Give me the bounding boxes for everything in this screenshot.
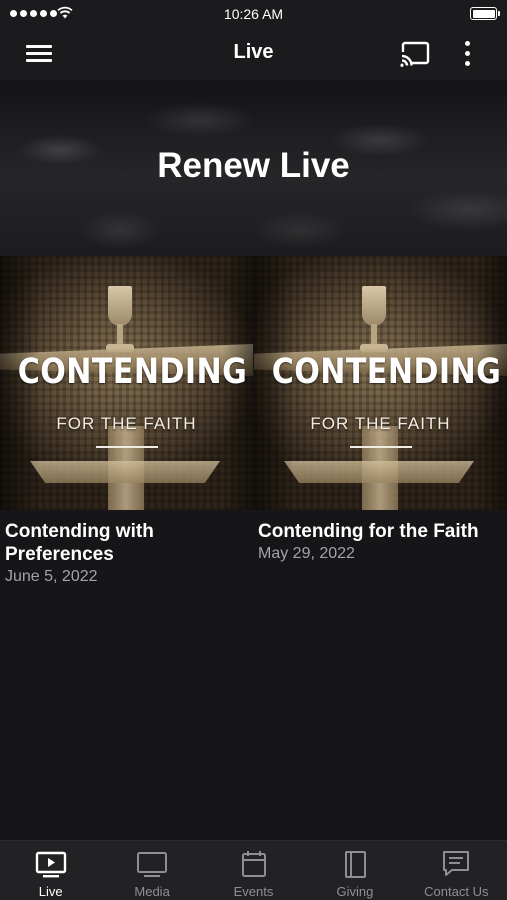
thumbnail-divider xyxy=(96,446,158,448)
tab-events[interactable]: Events xyxy=(203,841,304,900)
tab-label: Events xyxy=(233,884,274,899)
calendar-icon xyxy=(241,851,266,877)
thumbnail-headline: CONTENDING xyxy=(271,352,502,392)
thumbnail-subheadline: FOR THE FAITH xyxy=(310,414,451,433)
thumbnail-divider xyxy=(350,446,412,448)
tab-label: Contact Us xyxy=(424,884,489,899)
app-screen: 10:26 AM Live Renew Live CONTENDING FOR … xyxy=(0,0,507,900)
battery-icon xyxy=(470,7,500,20)
tab-live[interactable]: Live xyxy=(0,841,101,900)
status-time: 10:26 AM xyxy=(223,6,284,22)
tab-contact-us[interactable]: Contact Us xyxy=(406,841,507,900)
thumbnail-subheadline: FOR THE FAITH xyxy=(56,414,197,433)
sermon-thumbnail[interactable]: CONTENDING FOR THE FAITH xyxy=(0,256,253,510)
sermon-title[interactable]: Contending for the Faith xyxy=(258,520,498,543)
tab-bar: Live Media Events Giving Contact Us xyxy=(0,840,507,900)
navigation-bar: Live xyxy=(0,28,507,80)
tab-label: Giving xyxy=(336,884,374,899)
tab-label: Media xyxy=(134,884,170,899)
cast-icon[interactable] xyxy=(398,38,432,70)
tab-label: Live xyxy=(38,884,63,899)
hero-title: Renew Live xyxy=(157,146,350,185)
sermon-thumbnail[interactable]: CONTENDING FOR THE FAITH xyxy=(254,256,507,510)
sermon-card[interactable]: CONTENDING FOR THE FAITH Contending with… xyxy=(0,256,253,587)
monitor-icon xyxy=(137,852,168,877)
thumbnail-headline: CONTENDING xyxy=(17,352,248,392)
hero-banner: Renew Live xyxy=(0,80,507,256)
tab-media[interactable]: Media xyxy=(101,841,202,900)
play-screen-icon xyxy=(35,851,66,878)
more-options-icon[interactable] xyxy=(456,38,480,70)
book-icon xyxy=(344,851,366,878)
tab-giving[interactable]: Giving xyxy=(304,841,405,900)
sermon-title[interactable]: Contending with Preferences xyxy=(5,520,245,566)
message-icon xyxy=(443,851,470,876)
sermon-date: June 5, 2022 xyxy=(5,568,98,585)
status-bar: 10:26 AM xyxy=(0,0,507,28)
sermon-card[interactable]: CONTENDING FOR THE FAITH Contending for … xyxy=(254,256,507,564)
sermon-date: May 29, 2022 xyxy=(258,545,355,562)
